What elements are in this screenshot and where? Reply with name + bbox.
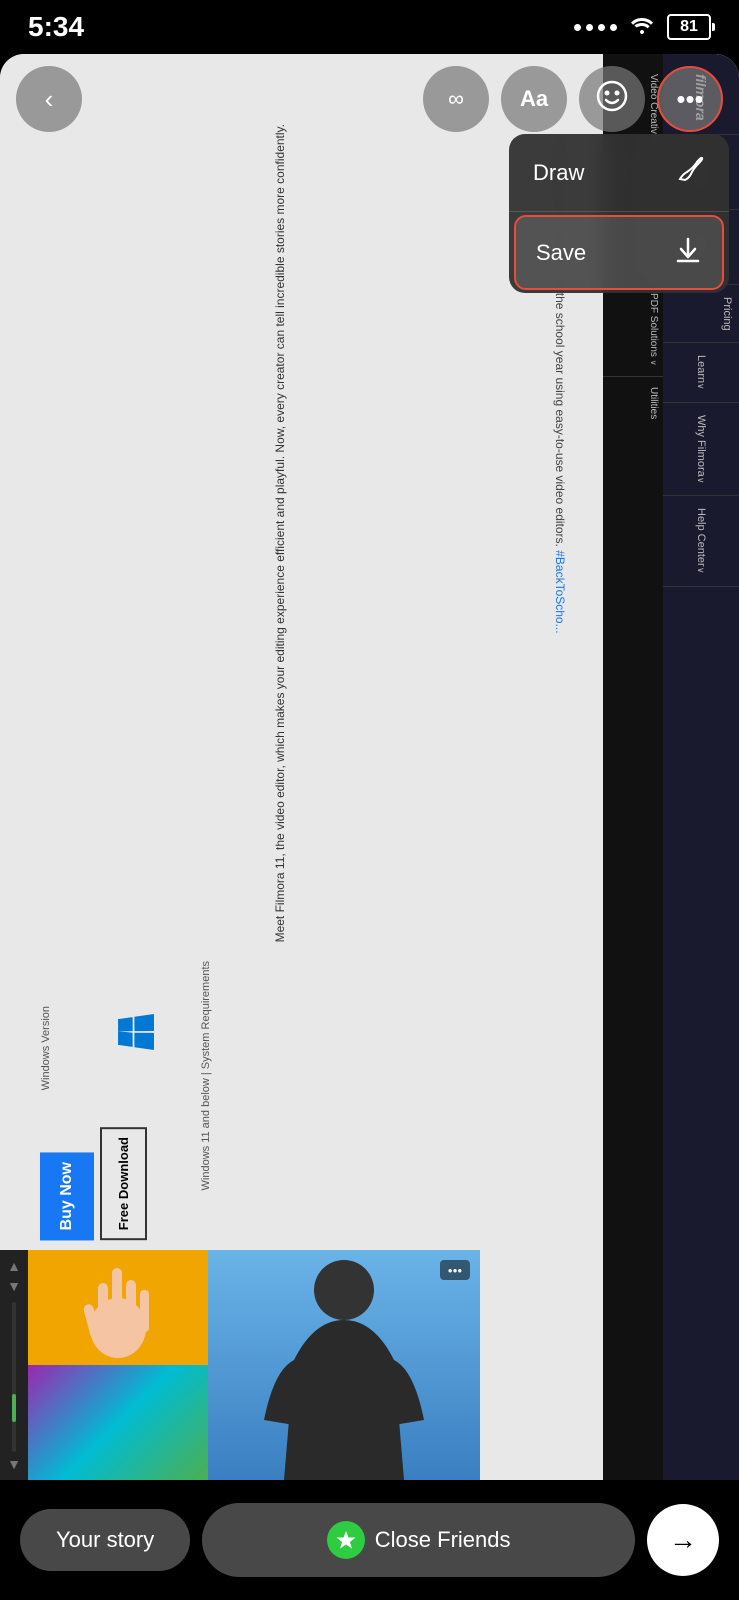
thumb-top bbox=[28, 1250, 208, 1365]
windows-version-label: Windows Version bbox=[40, 1006, 52, 1090]
back-button[interactable]: ‹ bbox=[16, 66, 82, 132]
signal-dot-4 bbox=[610, 24, 617, 31]
save-icon bbox=[674, 235, 702, 270]
more-icon: ••• bbox=[676, 84, 703, 115]
bottom-bar: Your story Close Friends → bbox=[0, 1480, 739, 1600]
sticker-icon bbox=[594, 78, 630, 121]
infinity-icon: ∞ bbox=[448, 86, 464, 112]
free-download-btn: Free Download bbox=[100, 1127, 147, 1240]
status-icons: 81 bbox=[574, 14, 711, 40]
infinity-button[interactable]: ∞ bbox=[423, 66, 489, 132]
buy-now-btn: Buy Now bbox=[40, 1152, 94, 1240]
draw-label: Draw bbox=[533, 160, 584, 186]
signal-dot-1 bbox=[574, 24, 581, 31]
more-options-button[interactable]: ••• bbox=[657, 66, 723, 132]
next-button[interactable]: → bbox=[647, 1504, 719, 1576]
thumb-bottom bbox=[28, 1365, 208, 1480]
thumb-left-column bbox=[28, 1250, 208, 1480]
save-label: Save bbox=[536, 240, 586, 266]
battery-indicator: 81 bbox=[667, 14, 711, 40]
content-area: More for Creators Meet Filmora 11, the v… bbox=[0, 54, 739, 1600]
signal-dots bbox=[574, 24, 617, 31]
green-star-icon bbox=[327, 1521, 365, 1559]
nav-pricing: Pricing bbox=[663, 285, 739, 344]
pdf-solutions-label: PDF Solutions ∨ bbox=[603, 283, 663, 377]
draw-menu-item[interactable]: Draw bbox=[509, 134, 729, 212]
scrollbar: ▲ ▼ ▼ bbox=[0, 1250, 28, 1480]
back-icon: ‹ bbox=[45, 84, 54, 115]
sticker-button[interactable] bbox=[579, 66, 645, 132]
toolbar-right-buttons: ∞ Aa ••• bbox=[423, 66, 723, 132]
your-story-label: Your story bbox=[56, 1527, 154, 1552]
wifi-icon bbox=[629, 14, 655, 40]
dropdown-menu: Draw Save bbox=[509, 134, 729, 293]
text-aa-icon: Aa bbox=[520, 86, 548, 112]
arrow-right-icon: → bbox=[669, 1524, 697, 1556]
close-friends-button[interactable]: Close Friends bbox=[202, 1503, 635, 1577]
nav-learn: Learn ∨ bbox=[663, 343, 739, 403]
save-menu-item[interactable]: Save bbox=[514, 215, 724, 290]
top-toolbar: ‹ ∞ Aa ••• bbox=[0, 54, 739, 144]
windows-logo bbox=[118, 1014, 154, 1050]
video-thumbnails: ▲ ▼ ▼ bbox=[0, 1250, 480, 1480]
text-button[interactable]: Aa bbox=[501, 66, 567, 132]
draw-icon bbox=[675, 154, 705, 191]
status-time: 5:34 bbox=[28, 11, 84, 43]
nav-help: Help Center ∨ bbox=[663, 496, 739, 586]
utilities-label: Utilities bbox=[603, 377, 663, 429]
nav-why-filmora: Why Filmora ∨ bbox=[663, 403, 739, 496]
thumb-right: ●●● bbox=[208, 1250, 480, 1480]
close-friends-label: Close Friends bbox=[375, 1527, 511, 1553]
your-story-button[interactable]: Your story bbox=[20, 1509, 190, 1571]
signal-dot-2 bbox=[586, 24, 593, 31]
status-bar: 5:34 81 bbox=[0, 0, 739, 54]
hero-subtitle: Meet Filmora 11, the video editor, which… bbox=[273, 124, 287, 942]
signal-dot-3 bbox=[598, 24, 605, 31]
system-requirements-label: Windows 11 and below | System Requiremen… bbox=[200, 961, 212, 1190]
